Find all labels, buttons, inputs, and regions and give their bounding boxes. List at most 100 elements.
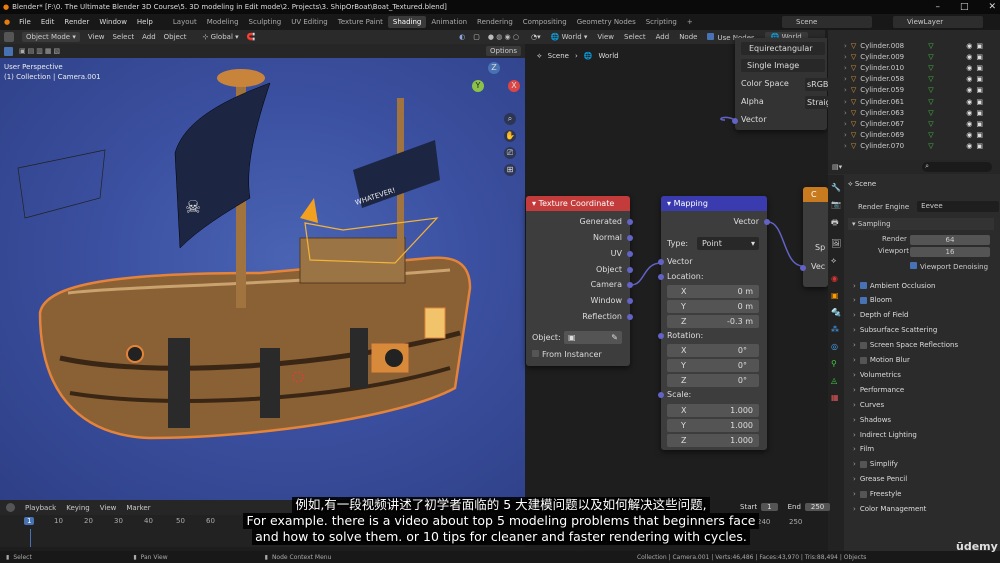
- render-camera-icon[interactable]: ▣: [976, 86, 983, 94]
- tab-texture-icon[interactable]: ▦: [831, 393, 841, 402]
- tab-render-icon[interactable]: 📷: [831, 200, 841, 209]
- panel-header[interactable]: › Ambient Occlusion: [850, 279, 996, 292]
- tab-layout[interactable]: Layout: [168, 18, 202, 26]
- samples-render-field[interactable]: 64: [910, 235, 990, 245]
- rotation-y-field[interactable]: Y 0°: [667, 359, 759, 372]
- panel-header[interactable]: › Shadows: [850, 413, 996, 426]
- rotation-z-field[interactable]: Z 0°: [667, 374, 759, 387]
- from-instancer-toggle[interactable]: From Instancer: [532, 350, 602, 359]
- visibility-eye-icon[interactable]: ◉: [966, 64, 972, 72]
- expand-arrow-icon[interactable]: ›: [844, 75, 847, 83]
- expand-arrow-icon[interactable]: ›: [844, 120, 847, 128]
- rotation-x-field[interactable]: X 0°: [667, 344, 759, 357]
- render-camera-icon[interactable]: ▣: [976, 142, 983, 150]
- viewport-denoising-toggle[interactable]: Viewport Denoising: [910, 262, 988, 271]
- render-camera-icon[interactable]: ▣: [976, 131, 983, 139]
- outliner-item[interactable]: › ▽ Cylinder.061 ▽ ◉ ▣: [828, 96, 1000, 107]
- expand-arrow-icon[interactable]: ›: [844, 98, 847, 106]
- tab-physics-icon[interactable]: ◎: [831, 342, 841, 351]
- tab-data-icon[interactable]: ◬: [831, 376, 841, 385]
- location-z-field[interactable]: Z -0.3 m: [667, 315, 759, 328]
- start-frame-field[interactable]: 1: [761, 503, 778, 511]
- from-instancer-checkbox[interactable]: [532, 350, 539, 357]
- panel-enable-checkbox[interactable]: [859, 460, 867, 468]
- tab-world-icon[interactable]: ◉: [831, 274, 841, 283]
- mode-dropdown[interactable]: Object Mode ▾: [22, 32, 80, 42]
- tab-object-icon[interactable]: ▣: [831, 291, 841, 300]
- tab-geometry-nodes[interactable]: Geometry Nodes: [572, 18, 641, 26]
- expand-arrow-icon[interactable]: ›: [844, 131, 847, 139]
- eyedropper-icon[interactable]: ✎: [611, 331, 622, 344]
- tab-view-layer-icon[interactable]: 🖼: [831, 239, 841, 248]
- camera-view-icon[interactable]: ⎚: [504, 147, 516, 159]
- panel-header[interactable]: › Curves: [850, 398, 996, 411]
- scene-selector[interactable]: Scene: [782, 16, 872, 28]
- tc-socket-uv[interactable]: [627, 251, 633, 257]
- mapping-output-socket[interactable]: [764, 219, 770, 225]
- scale-socket[interactable]: [658, 392, 664, 398]
- outliner-item[interactable]: › ▽ Cylinder.059 ▽ ◉ ▣: [828, 85, 1000, 96]
- expand-arrow-icon[interactable]: ›: [844, 53, 847, 61]
- mapping-type-dropdown[interactable]: Point ▾: [697, 237, 759, 250]
- texture-coordinate-node[interactable]: ▾ Texture Coordinate Generated Normal UV…: [526, 196, 633, 366]
- visibility-eye-icon[interactable]: ◉: [966, 120, 972, 128]
- add-workspace-button[interactable]: +: [682, 18, 698, 26]
- panel-header[interactable]: › Simplify: [850, 458, 996, 471]
- panel-header[interactable]: › Depth of Field: [850, 309, 996, 322]
- panel-header[interactable]: › Screen Space Reflections: [850, 339, 996, 352]
- xray-icon[interactable]: ▢: [473, 33, 480, 41]
- mapping-header[interactable]: ▾ Mapping: [661, 196, 767, 211]
- sampling-panel-header[interactable]: ▾ Sampling: [848, 218, 994, 230]
- visibility-eye-icon[interactable]: ◉: [966, 86, 972, 94]
- snap-icon[interactable]: 🧲: [247, 33, 256, 41]
- zoom-icon[interactable]: ⌕: [504, 113, 516, 125]
- viewport-denoising-checkbox[interactable]: [910, 262, 917, 269]
- location-x-field[interactable]: X0 m: [667, 285, 759, 298]
- tab-compositing[interactable]: Compositing: [518, 18, 572, 26]
- tab-particles-icon[interactable]: ⁂: [831, 325, 841, 334]
- menu-help[interactable]: Help: [132, 18, 158, 26]
- panel-header[interactable]: › Film: [850, 443, 996, 456]
- panel-header[interactable]: › Motion Blur: [850, 354, 996, 367]
- environment-texture-node[interactable]: Equirectangular Single Image Color Space…: [732, 38, 829, 130]
- options-button[interactable]: Options: [485, 46, 521, 56]
- tc-socket-object[interactable]: [627, 267, 633, 273]
- tab-modifier-icon[interactable]: 🔩: [831, 308, 841, 317]
- outliner-item[interactable]: › ▽ Cylinder.009 ▽ ◉ ▣: [828, 51, 1000, 62]
- viewlayer-selector[interactable]: ViewLayer: [893, 16, 983, 28]
- environment-node-partial[interactable]: C Sp Vec: [800, 187, 828, 287]
- maximize-button[interactable]: □: [960, 2, 969, 12]
- render-camera-icon[interactable]: ▣: [976, 75, 983, 83]
- tab-tool-icon[interactable]: 🔧: [831, 183, 841, 192]
- mapping-node[interactable]: ▾ Mapping Vector Type: Point ▾ Vector Loc…: [658, 196, 770, 450]
- tc-object-picker[interactable]: ▣ ✎: [564, 331, 622, 344]
- color-space-dropdown[interactable]: sRGB: [805, 78, 829, 91]
- outliner-item[interactable]: › ▽ Cylinder.070 ▽ ◉ ▣: [828, 141, 1000, 152]
- visibility-eye-icon[interactable]: ◉: [966, 53, 972, 61]
- image-source-field[interactable]: Single Image: [741, 59, 825, 72]
- mapping-vector-socket[interactable]: [658, 259, 664, 265]
- location-socket[interactable]: [658, 274, 664, 280]
- panel-enable-checkbox[interactable]: [859, 356, 867, 364]
- scale-y-field[interactable]: Y 1.000: [667, 419, 759, 432]
- timeline-editor-icon[interactable]: [6, 503, 15, 512]
- menu-file[interactable]: File: [14, 18, 36, 26]
- panel-header[interactable]: › Subsurface Scattering: [850, 324, 996, 337]
- outliner-item[interactable]: › ▽ Cylinder.008 ▽ ◉ ▣: [828, 40, 1000, 51]
- tc-socket-camera[interactable]: [627, 282, 633, 288]
- select-tool-icon[interactable]: [4, 46, 13, 56]
- panel-header[interactable]: › Grease Pencil: [850, 473, 996, 486]
- render-camera-icon[interactable]: ▣: [976, 53, 983, 61]
- pan-hand-icon[interactable]: ✋: [504, 130, 516, 142]
- properties-search[interactable]: ⌕: [922, 162, 993, 172]
- render-camera-icon[interactable]: ▣: [976, 98, 983, 106]
- panel-header[interactable]: › Freestyle: [850, 488, 996, 501]
- shader-type-dropdown[interactable]: 🌐 World ▾: [551, 33, 588, 41]
- expand-arrow-icon[interactable]: ›: [844, 142, 847, 150]
- tab-scene-icon[interactable]: ⟡: [831, 256, 841, 266]
- tab-animation[interactable]: Animation: [426, 18, 472, 26]
- panel-header[interactable]: › Indirect Lighting: [850, 428, 996, 441]
- texture-coordinate-header[interactable]: ▾ Texture Coordinate: [526, 196, 630, 211]
- menu-edit[interactable]: Edit: [36, 18, 60, 26]
- viewport-menu-view[interactable]: View: [88, 33, 105, 41]
